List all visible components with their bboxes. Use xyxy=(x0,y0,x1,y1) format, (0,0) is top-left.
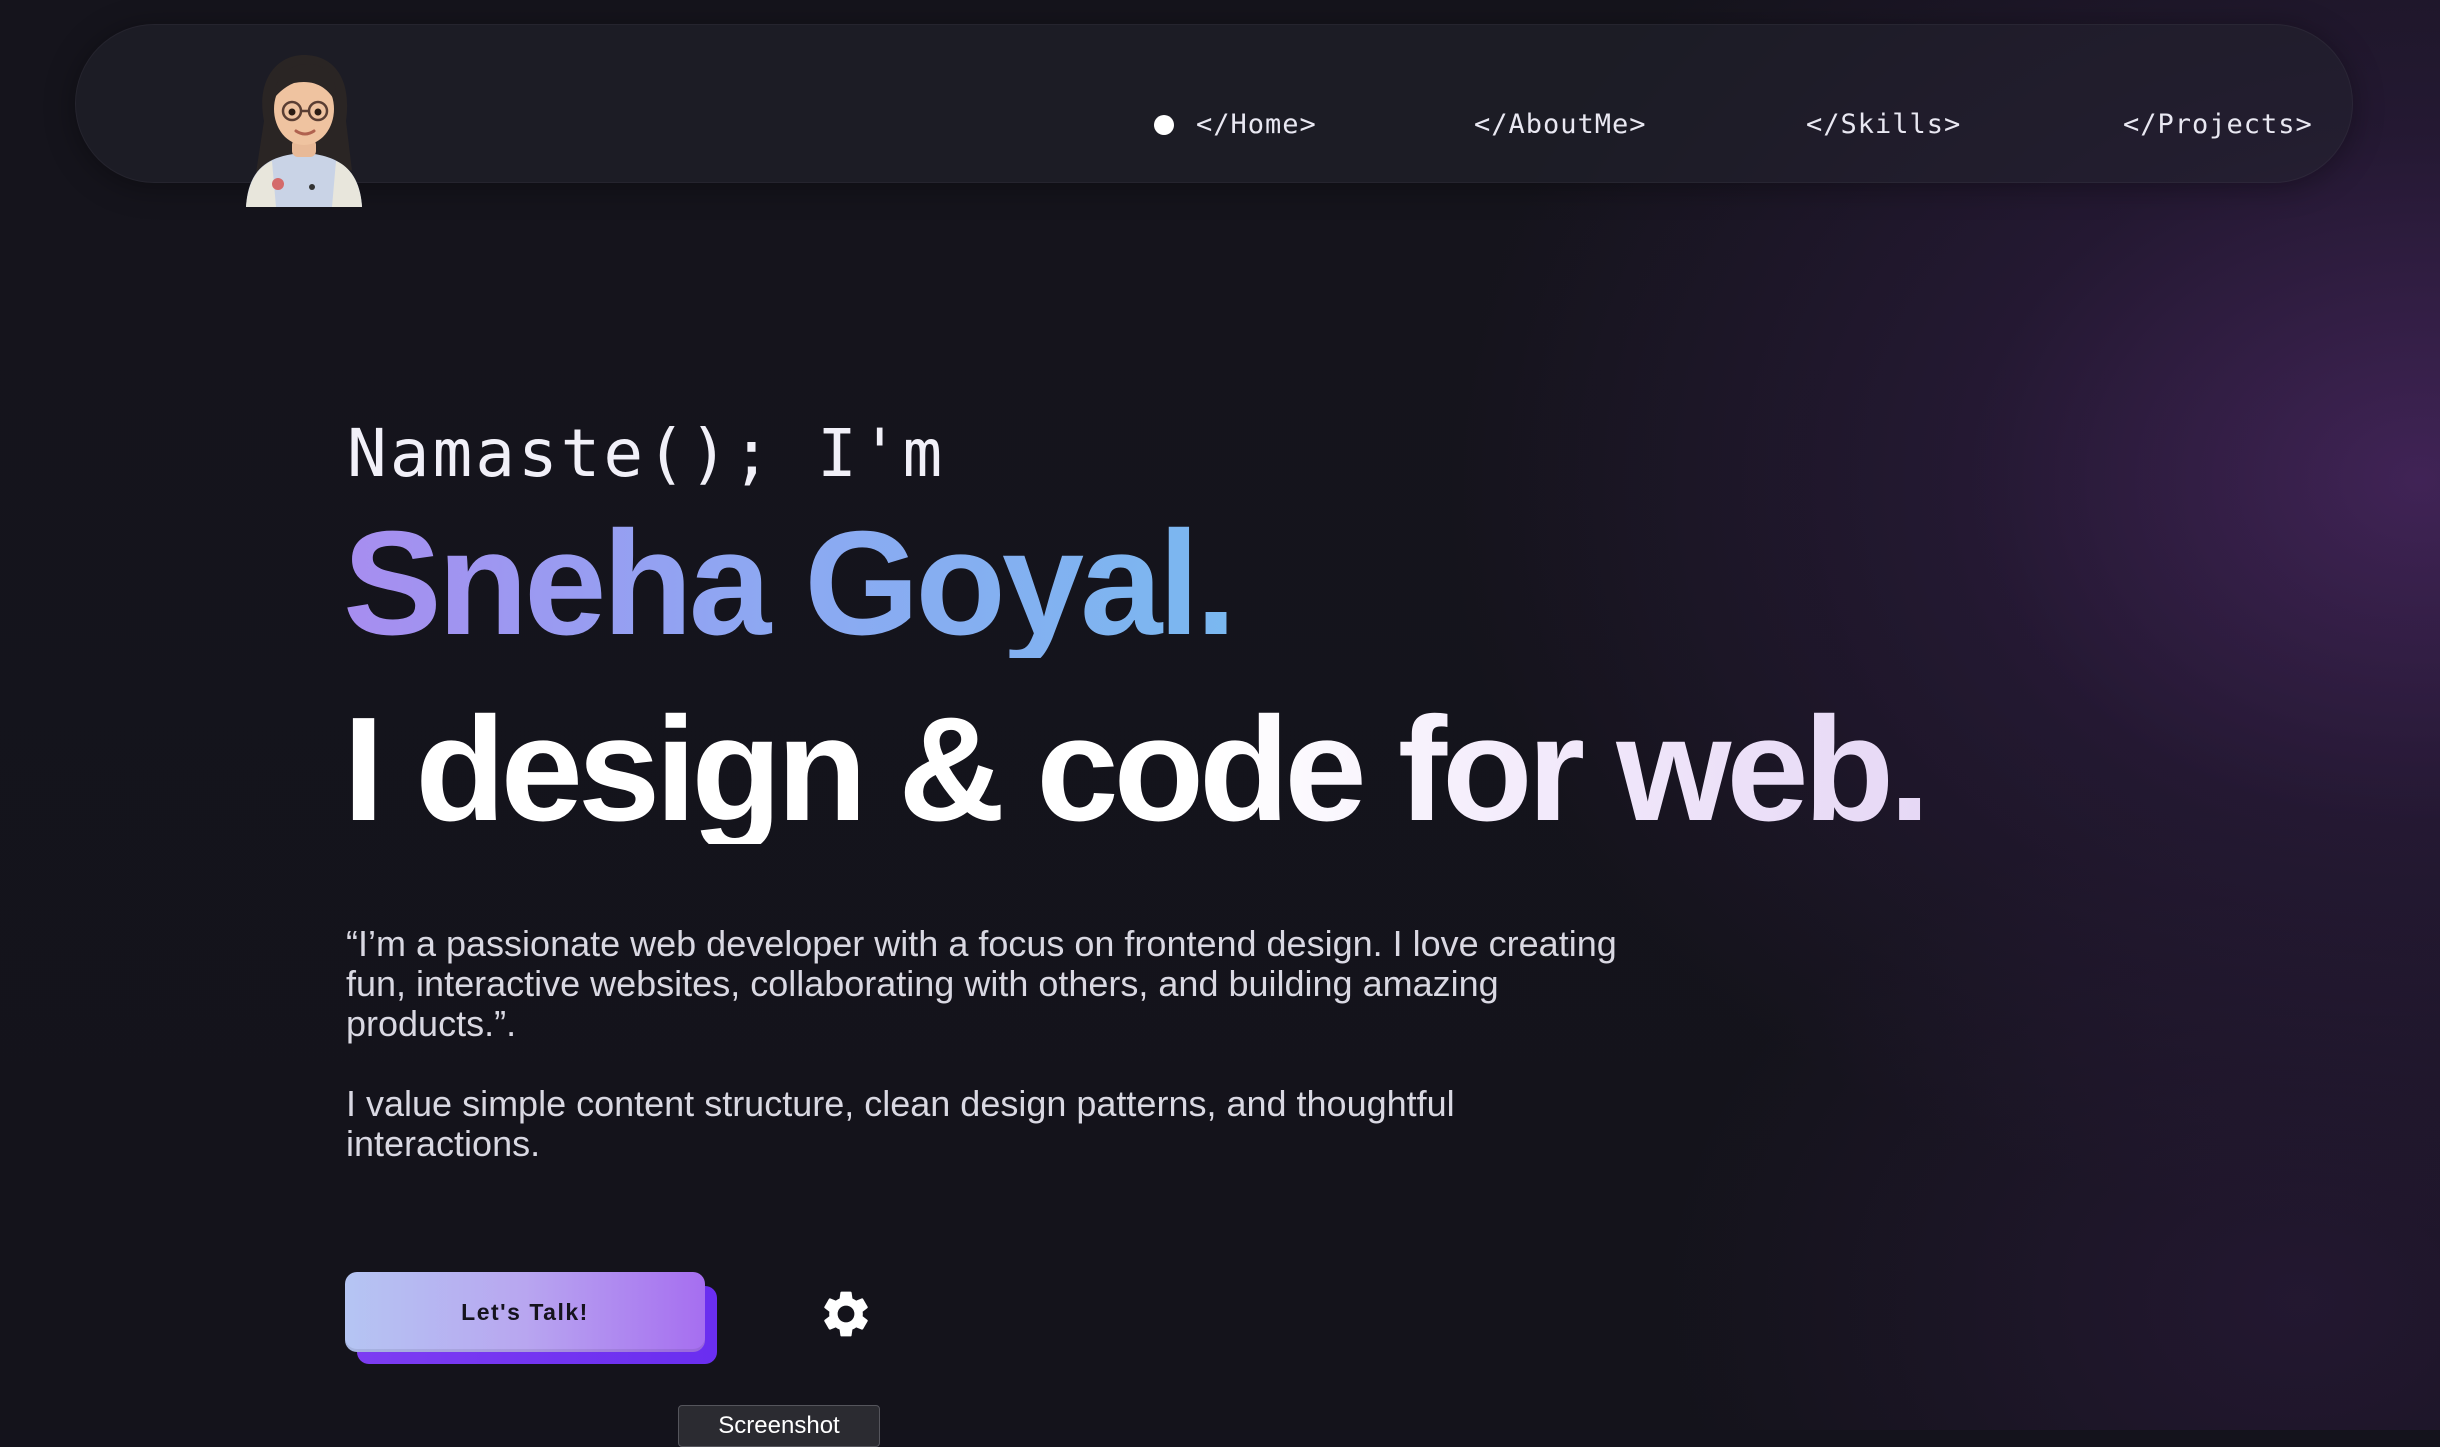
nav-item-aboutme[interactable]: </AboutMe> xyxy=(1474,109,1647,140)
intro-paragraph: “I’m a passionate web developer with a f… xyxy=(346,923,1617,1044)
nav-item-projects-label: </Projects> xyxy=(2123,109,2313,140)
hero-name: Sneha Goyal. xyxy=(343,501,1237,666)
nav-item-skills[interactable]: </Skills> xyxy=(1806,109,1961,140)
hero-tagline: I design & code for web. xyxy=(343,687,1930,852)
greeting-text: Namaste(); I'm xyxy=(347,415,946,492)
nav-links: </Home> </AboutMe> </Skills> </Projects> xyxy=(76,109,2352,149)
active-dot-icon xyxy=(1154,114,1174,135)
values-paragraph: I value simple content structure, clean … xyxy=(346,1083,1455,1164)
nav-item-home[interactable]: </Home> xyxy=(1154,109,1317,140)
nav-item-aboutme-label: </AboutMe> xyxy=(1474,109,1647,140)
lets-talk-button[interactable]: Let's Talk! xyxy=(345,1272,705,1352)
screenshot-tooltip: Screenshot xyxy=(678,1405,880,1447)
nav-item-home-label: </Home> xyxy=(1196,109,1317,140)
nav-item-projects[interactable]: </Projects> xyxy=(2123,109,2313,140)
navbar: </Home> </AboutMe> </Skills> </Projects> xyxy=(75,24,2353,207)
nav-item-skills-label: </Skills> xyxy=(1806,109,1962,140)
gear-icon[interactable] xyxy=(818,1286,874,1342)
cta-container: Let's Talk! xyxy=(345,1272,719,1365)
